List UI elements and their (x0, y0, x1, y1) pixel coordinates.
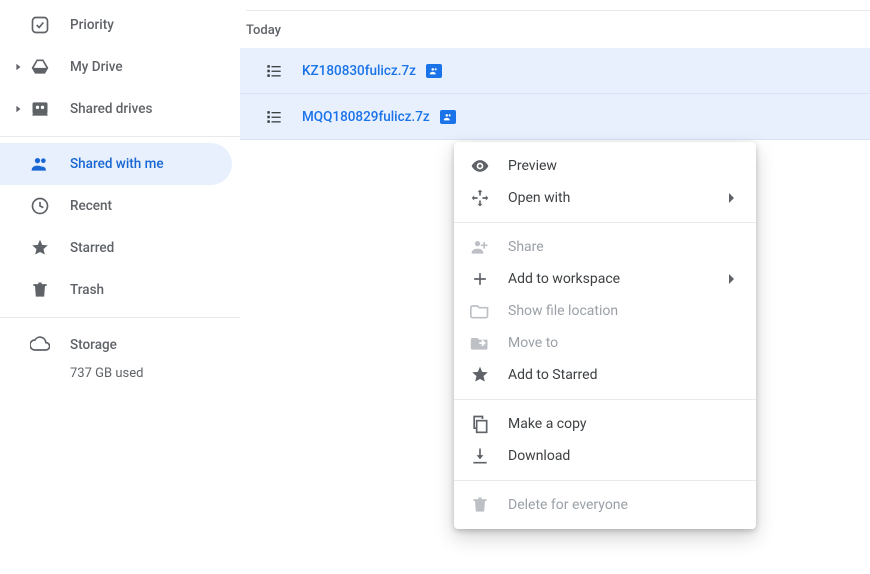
menu-show-location: Show file location (454, 295, 756, 327)
menu-label: Add to workspace (508, 271, 724, 287)
sidebar-item-my-drive[interactable]: My Drive (0, 46, 232, 88)
storage-used-value: 737 GB used (70, 366, 143, 381)
menu-label: Open with (508, 190, 724, 206)
file-name: MQQ180829fulicz.7z (302, 109, 430, 125)
file-type-icon (264, 107, 284, 127)
sidebar: Priority My Drive Shared drives (0, 0, 240, 574)
menu-label: Share (508, 239, 740, 255)
file-name: KZ180830fulicz.7z (302, 63, 416, 79)
trash-icon (470, 495, 490, 515)
menu-label: Make a copy (508, 416, 740, 432)
menu-preview[interactable]: Preview (454, 150, 756, 182)
download-icon (470, 446, 490, 466)
sidebar-label: My Drive (70, 59, 123, 75)
sidebar-label: Starred (70, 240, 114, 256)
add-icon (470, 269, 490, 289)
chevron-right-icon (724, 271, 740, 287)
context-menu: Preview Open with Share Add to workspace… (454, 142, 756, 529)
storage-icon (28, 333, 52, 357)
menu-separator (454, 480, 756, 481)
copy-icon (470, 414, 490, 434)
trash-icon (28, 278, 52, 302)
shared-drives-icon (28, 97, 52, 121)
menu-label: Preview (508, 158, 740, 174)
sidebar-item-priority[interactable]: Priority (0, 4, 232, 46)
sidebar-label: Recent (70, 198, 112, 214)
star-icon (470, 365, 490, 385)
menu-share: Share (454, 231, 756, 263)
divider (246, 10, 870, 11)
menu-move-to: Move to (454, 327, 756, 359)
starred-icon (28, 236, 52, 260)
sidebar-label: Trash (70, 282, 104, 298)
shared-badge-icon (426, 64, 442, 78)
sidebar-label: Shared with me (70, 156, 164, 172)
sidebar-label: Priority (70, 17, 114, 33)
file-type-icon (264, 61, 284, 81)
move-to-icon (470, 333, 490, 353)
menu-add-workspace[interactable]: Add to workspace (454, 263, 756, 295)
sidebar-label: Shared drives (70, 101, 152, 117)
open-with-icon (470, 188, 490, 208)
divider (0, 136, 240, 137)
recent-icon (28, 194, 52, 218)
menu-separator (454, 222, 756, 223)
menu-label: Show file location (508, 303, 740, 319)
shared-with-me-icon (28, 152, 52, 176)
menu-open-with[interactable]: Open with (454, 182, 756, 214)
sidebar-label: Storage (70, 337, 117, 353)
menu-add-starred[interactable]: Add to Starred (454, 359, 756, 391)
storage-used: 737 GB used (0, 360, 232, 386)
folder-icon (470, 301, 490, 321)
sidebar-item-trash[interactable]: Trash (0, 269, 232, 311)
menu-delete: Delete for everyone (454, 489, 756, 521)
expand-caret-icon[interactable] (12, 63, 24, 71)
preview-icon (470, 156, 490, 176)
shared-badge-icon (440, 110, 456, 124)
sidebar-item-starred[interactable]: Starred (0, 227, 232, 269)
menu-label: Add to Starred (508, 367, 740, 383)
menu-label: Download (508, 448, 740, 464)
menu-make-copy[interactable]: Make a copy (454, 408, 756, 440)
menu-label: Move to (508, 335, 740, 351)
priority-icon (28, 13, 52, 37)
expand-caret-icon[interactable] (12, 105, 24, 113)
my-drive-icon (28, 55, 52, 79)
file-row[interactable]: MQQ180829fulicz.7z (240, 94, 870, 140)
chevron-right-icon (724, 190, 740, 206)
share-icon (470, 237, 490, 257)
divider (0, 317, 240, 318)
sidebar-item-recent[interactable]: Recent (0, 185, 232, 227)
section-label-today: Today (246, 23, 870, 38)
file-row[interactable]: KZ180830fulicz.7z (240, 48, 870, 94)
menu-download[interactable]: Download (454, 440, 756, 472)
menu-label: Delete for everyone (508, 497, 740, 513)
sidebar-item-shared-with-me[interactable]: Shared with me (0, 143, 232, 185)
sidebar-item-shared-drives[interactable]: Shared drives (0, 88, 232, 130)
menu-separator (454, 399, 756, 400)
